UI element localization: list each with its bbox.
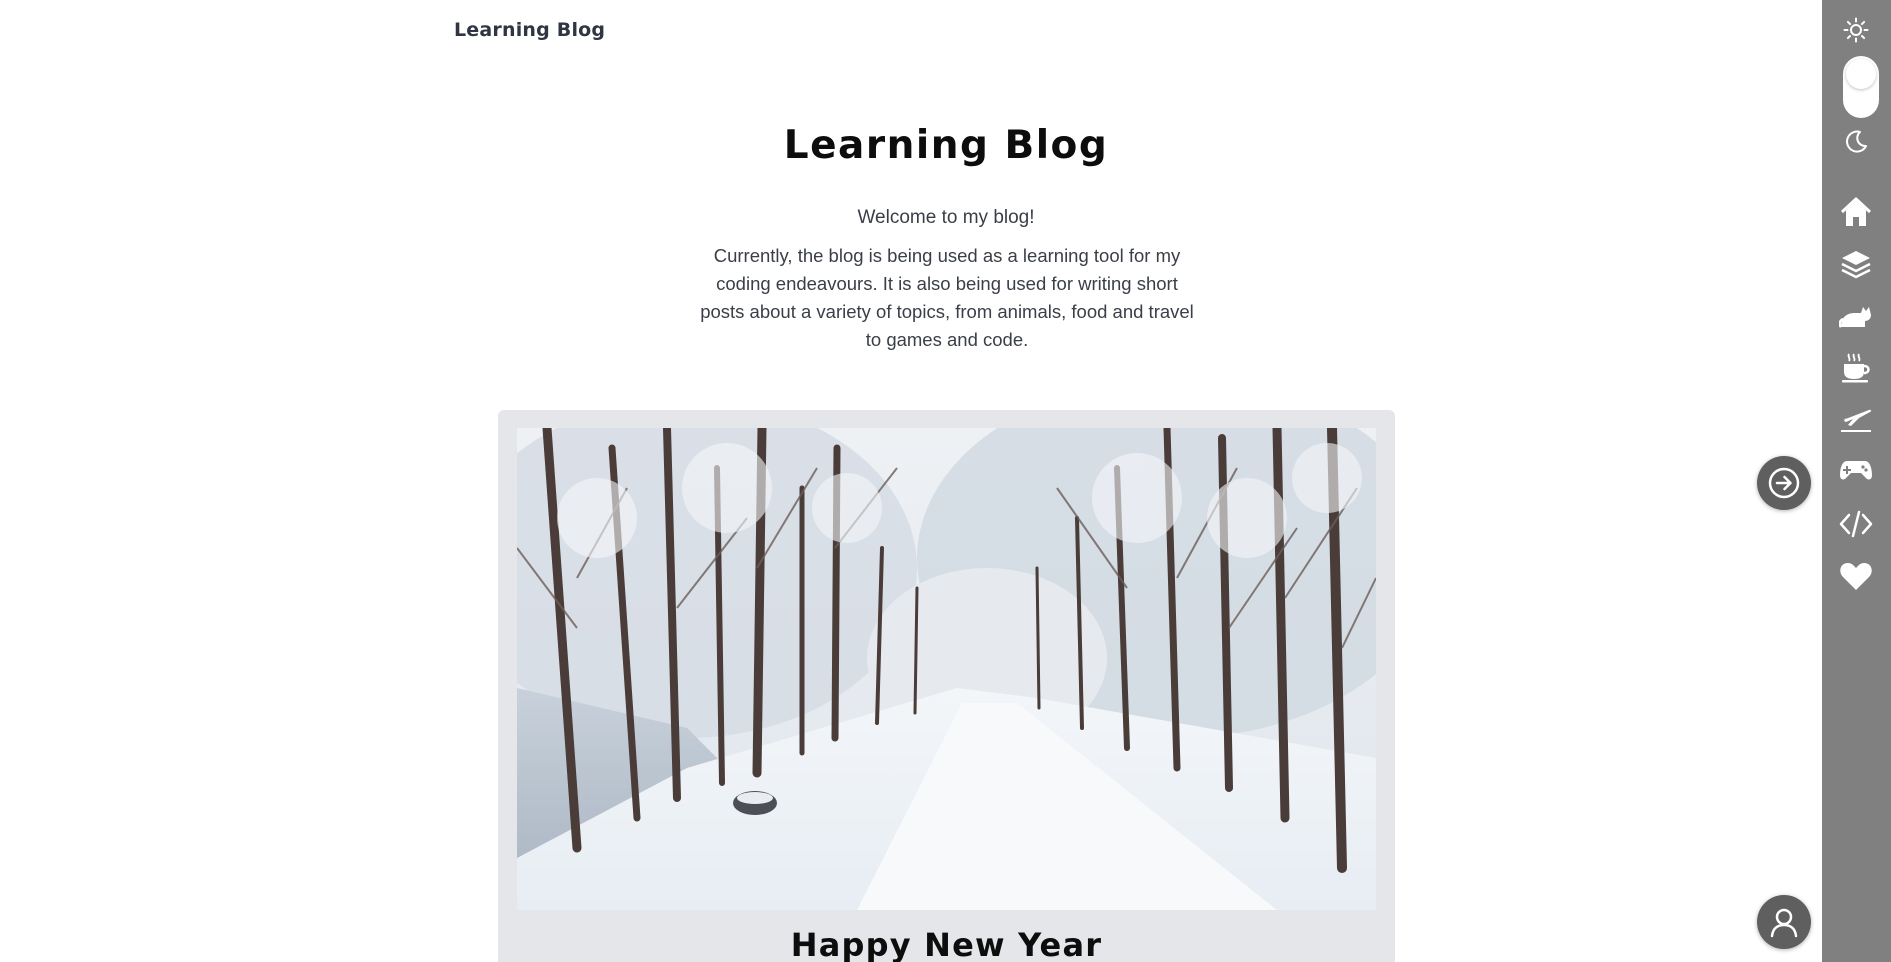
- moon-icon[interactable]: [1836, 122, 1876, 162]
- snowy-forest-image: [517, 428, 1376, 910]
- post-image[interactable]: [517, 428, 1376, 910]
- gamepad-icon[interactable]: [1836, 450, 1876, 490]
- theme-toggle[interactable]: [1843, 56, 1879, 118]
- sun-icon[interactable]: [1836, 10, 1876, 50]
- post-card[interactable]: Happy New Year: [498, 410, 1395, 962]
- hero-section: Learning Blog Welcome to my blog! Curren…: [0, 118, 1891, 354]
- home-icon[interactable]: [1836, 192, 1876, 232]
- cat-icon[interactable]: [1836, 296, 1876, 336]
- coffee-icon[interactable]: [1836, 348, 1876, 388]
- code-icon[interactable]: [1836, 504, 1876, 544]
- plane-icon[interactable]: [1836, 398, 1876, 438]
- sidebar: [1822, 0, 1891, 962]
- account-button[interactable]: [1757, 895, 1811, 949]
- heart-icon[interactable]: [1836, 556, 1876, 596]
- page-title: Learning Blog: [783, 123, 1109, 168]
- blog-description: Currently, the blog is being used as a l…: [700, 245, 1194, 350]
- site-brand[interactable]: Learning Blog: [454, 19, 605, 41]
- welcome-text: Welcome to my blog!: [857, 207, 1035, 228]
- post-title[interactable]: Happy New Year: [498, 926, 1395, 962]
- next-arrow-button[interactable]: [1757, 456, 1811, 510]
- arrow-right-circle-icon: [1768, 467, 1800, 499]
- layers-icon[interactable]: [1836, 244, 1876, 284]
- toggle-knob: [1846, 59, 1876, 89]
- user-icon: [1770, 908, 1798, 938]
